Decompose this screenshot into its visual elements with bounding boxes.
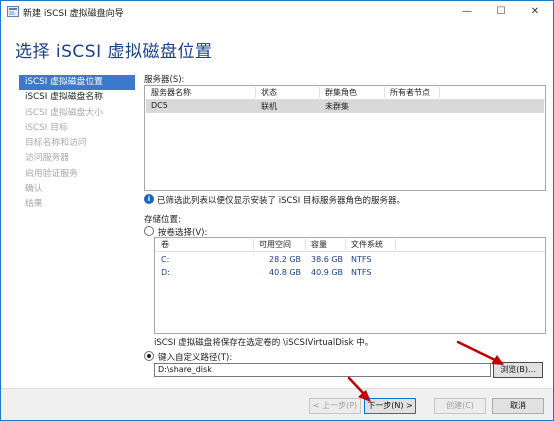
cancel-button[interactable]: 取消	[492, 398, 544, 414]
custom-path-radio[interactable]	[144, 351, 154, 361]
column-divider	[305, 239, 306, 250]
custom-path-input[interactable]: D:\share_disk	[154, 363, 491, 377]
window-title: 新建 iSCSI 虚拟磁盘向导	[23, 9, 124, 19]
volumes-table[interactable]: 卷 可用空间 容量 文件系统 C: 28.2 GB 38.6 GB NTFS D…	[154, 237, 546, 334]
nav-item-access-servers: 访问服务器	[25, 153, 69, 164]
wizard-app-icon	[7, 6, 19, 17]
column-divider	[384, 87, 385, 98]
servers-label: 服务器(S):	[144, 75, 185, 85]
by-volume-radio[interactable]	[144, 226, 154, 236]
page-title: 选择 iSCSI 虚拟磁盘位置	[15, 42, 213, 62]
table-row[interactable]: D: 40.8 GB 40.9 GB NTFS	[155, 267, 545, 280]
previous-button[interactable]: < 上一步(P)	[309, 398, 361, 414]
free-space-cell: 40.8 GB	[269, 268, 302, 277]
col-owner-node[interactable]: 所有者节点	[390, 87, 430, 98]
column-divider	[395, 239, 396, 250]
servers-info-text: 已筛选此列表以便仅显示安装了 iSCSI 目标服务器角色的服务器。	[157, 196, 406, 206]
nav-item-disk-location[interactable]: iSCSI 虚拟磁盘位置	[19, 75, 135, 91]
server-name-cell: DC5	[151, 101, 168, 110]
column-divider	[345, 239, 346, 250]
wizard-window: 新建 iSCSI 虚拟磁盘向导 — ☐ ✕ 选择 iSCSI 虚拟磁盘位置 iS…	[0, 0, 554, 421]
servers-table-header: 服务器名称 状态 群集角色 所有者节点	[145, 86, 545, 100]
col-capacity[interactable]: 容量	[311, 239, 327, 250]
col-cluster-role[interactable]: 群集角色	[325, 87, 357, 98]
title-bar: 新建 iSCSI 虚拟磁盘向导 — ☐ ✕	[1, 1, 553, 23]
storage-location-label: 存储位置:	[144, 215, 181, 225]
nav-item-disk-size: iSCSI 虚拟磁盘大小	[25, 107, 103, 118]
table-row[interactable]: C: 28.2 GB 38.6 GB NTFS	[155, 254, 545, 267]
column-divider	[255, 87, 256, 98]
col-status[interactable]: 状态	[261, 87, 277, 98]
minimize-button[interactable]: —	[450, 1, 484, 23]
file-system-cell: NTFS	[351, 268, 372, 277]
info-icon: i	[144, 194, 154, 204]
column-divider	[439, 87, 440, 98]
column-divider	[319, 87, 320, 98]
server-cluster-cell: 未群集	[325, 102, 349, 111]
volume-save-note: iSCSI 虚拟磁盘将保存在选定卷的 \iSCSIVirtualDisk 中。	[154, 338, 374, 348]
create-button[interactable]: 创建(C)	[434, 398, 486, 414]
capacity-cell: 40.9 GB	[311, 268, 344, 277]
wizard-nav: iSCSI 虚拟磁盘位置 iSCSI 虚拟磁盘名称 iSCSI 虚拟磁盘大小 i…	[19, 75, 135, 213]
nav-item-iscsi-target: iSCSI 目标	[25, 122, 68, 133]
col-free-space[interactable]: 可用空间	[259, 239, 291, 250]
nav-item-disk-name[interactable]: iSCSI 虚拟磁盘名称	[19, 90, 135, 105]
capacity-cell: 38.6 GB	[311, 255, 344, 264]
nav-item-results: 结果	[25, 199, 43, 210]
nav-item-confirm: 确认	[25, 184, 43, 195]
close-button[interactable]: ✕	[518, 1, 552, 23]
footer-bar: < 上一步(P) 下一步(N) > 创建(C) 取消	[1, 389, 553, 420]
col-volume[interactable]: 卷	[161, 239, 169, 250]
volume-cell: C:	[161, 255, 170, 264]
col-server-name[interactable]: 服务器名称	[151, 87, 191, 98]
free-space-cell: 28.2 GB	[269, 255, 302, 264]
servers-table[interactable]: 服务器名称 状态 群集角色 所有者节点 DC5 联机 未群集	[144, 85, 546, 191]
custom-path-label[interactable]: 键入自定义路径(T):	[158, 351, 232, 363]
volume-cell: D:	[161, 268, 170, 277]
next-button[interactable]: 下一步(N) >	[364, 398, 416, 414]
volumes-table-header: 卷 可用空间 容量 文件系统	[155, 238, 545, 252]
server-status-cell: 联机	[261, 102, 277, 111]
col-file-system[interactable]: 文件系统	[351, 239, 383, 250]
nav-item-target-name-access: 目标名称和访问	[25, 138, 87, 149]
column-divider	[253, 239, 254, 250]
file-system-cell: NTFS	[351, 255, 372, 264]
maximize-button[interactable]: ☐	[484, 1, 518, 23]
browse-button[interactable]: 浏览(B)...	[493, 362, 543, 378]
nav-item-enable-auth: 启用验证服务	[25, 168, 78, 179]
table-row[interactable]: DC5 联机 未群集	[146, 100, 544, 113]
